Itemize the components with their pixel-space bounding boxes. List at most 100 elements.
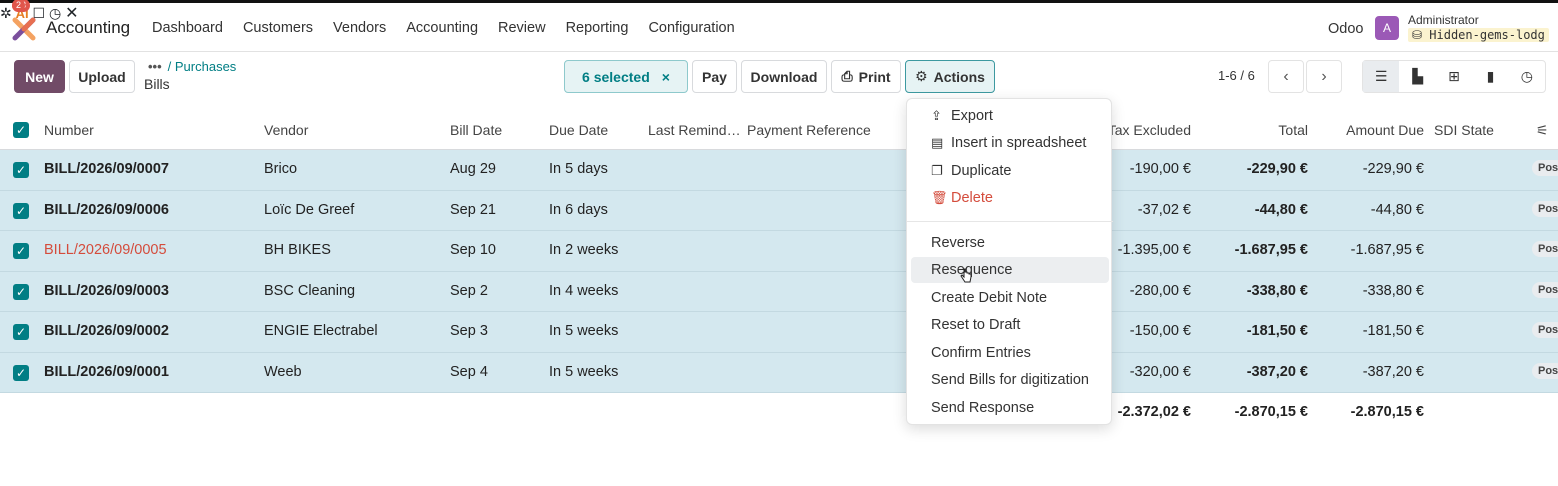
print-label: Print xyxy=(858,68,891,85)
table-row[interactable]: ✓ BILL/2026/09/0002 ENGIE Electrabel Sep 3 I… xyxy=(0,312,1558,353)
menu-review[interactable]: Review xyxy=(498,20,546,36)
cell-vendor: BSC Cleaning xyxy=(264,282,356,299)
pager-value[interactable]: 1-6 / 6 xyxy=(1218,68,1255,83)
table-row[interactable]: ✓ BILL/2026/09/0005 BH BIKES Sep 10 In 2 wee… xyxy=(0,231,1558,272)
top-navbar: Accounting Dashboard Customers Vendors A… xyxy=(0,0,1558,52)
app-name[interactable]: Accounting xyxy=(46,18,130,38)
pivot-view-icon[interactable]: ⊞ xyxy=(1436,61,1472,92)
copy-icon: ❐ xyxy=(931,163,943,178)
table-icon: ▤ xyxy=(931,135,944,150)
cell-bill-date: Sep 2 xyxy=(450,282,488,299)
pager-previous-button[interactable]: ‹ xyxy=(1268,60,1304,93)
total-total: -2.870,15 € xyxy=(1234,404,1308,420)
action-send-bills-digitization[interactable]: Send Bills for digitization xyxy=(907,367,1113,393)
cell-total: -229,90 € xyxy=(1246,161,1308,177)
graph-view-icon[interactable]: ▮ xyxy=(1472,61,1508,92)
table-header: ✓ Number Vendor Bill Date Due Date Last … xyxy=(0,110,1558,150)
clear-selection-button[interactable]: × xyxy=(662,69,670,85)
cell-amount-due: -1.687,95 € xyxy=(1350,242,1424,258)
menu-accounting[interactable]: Accounting xyxy=(406,20,478,36)
row-checkbox[interactable]: ✓ xyxy=(13,243,29,259)
pager-next-button[interactable]: › xyxy=(1306,60,1342,93)
action-reverse[interactable]: Reverse xyxy=(907,230,1113,256)
activity-view-icon[interactable]: ◷ xyxy=(1509,61,1545,92)
cell-vendor: Weeb xyxy=(264,363,302,380)
select-all-checkbox[interactable]: ✓ xyxy=(13,122,29,138)
cell-total: -338,80 € xyxy=(1246,282,1308,299)
cell-number: BILL/2026/09/0005 xyxy=(44,242,167,258)
action-export[interactable]: ⇪ Export xyxy=(907,103,1113,129)
upload-button[interactable]: Upload xyxy=(69,60,135,93)
col-last-reminder[interactable]: Last Remind… xyxy=(648,122,741,138)
print-icon: ⎙ xyxy=(841,68,853,84)
action-create-debit-note[interactable]: Create Debit Note xyxy=(907,285,1113,311)
cell-bill-date: Aug 29 xyxy=(450,161,496,177)
optional-columns-icon[interactable]: ⚟ xyxy=(1536,122,1549,139)
table-body: ✓ BILL/2026/09/0007 Brico Aug 29 In 5 days -1… xyxy=(0,150,1558,393)
menu-vendors[interactable]: Vendors xyxy=(333,20,386,36)
col-payment-reference[interactable]: Payment Reference xyxy=(747,122,871,138)
selected-count: 6 selected xyxy=(582,68,650,85)
row-checkbox[interactable]: ✓ xyxy=(13,162,29,178)
status-badge: Pos xyxy=(1532,200,1558,217)
table-row[interactable]: ✓ BILL/2026/09/0001 Weeb Sep 4 In 5 weeks -32… xyxy=(0,352,1558,393)
cell-number: BILL/2026/09/0001 xyxy=(44,363,169,380)
row-checkbox[interactable]: ✓ xyxy=(13,324,29,340)
menu-dashboard[interactable]: Dashboard xyxy=(152,20,223,36)
col-total[interactable]: Total xyxy=(1228,122,1308,138)
row-checkbox[interactable]: ✓ xyxy=(13,283,29,300)
action-duplicate[interactable]: ❐ Duplicate xyxy=(907,158,1113,184)
cell-due-date: In 5 days xyxy=(549,161,608,177)
cell-bill-date: Sep 3 xyxy=(450,323,488,339)
database-name: ⛁ Hidden-gems-lodg xyxy=(1408,28,1549,42)
action-confirm-entries[interactable]: Confirm Entries xyxy=(907,340,1113,366)
user-name[interactable]: Administrator xyxy=(1408,13,1479,27)
status-badge: Pos xyxy=(1532,160,1558,176)
actions-dropdown: ⇪ Export ▤ Insert in spreadsheet ❐ Duplicat… xyxy=(906,98,1113,425)
company-switcher[interactable]: Odoo xyxy=(1328,21,1363,37)
menu-configuration[interactable]: Configuration xyxy=(648,20,734,36)
cell-due-date: In 5 weeks xyxy=(549,323,619,339)
table-row[interactable]: ✓ BILL/2026/09/0006 Loïc De Greef Sep 21 In … xyxy=(0,190,1558,231)
cell-number: BILL/2026/09/0003 xyxy=(44,282,169,299)
row-checkbox[interactable]: ✓ xyxy=(13,364,29,381)
menu-reporting[interactable]: Reporting xyxy=(566,20,629,36)
selection-indicator: 6 selected × xyxy=(564,60,688,93)
row-checkbox[interactable]: ✓ xyxy=(13,202,29,219)
col-bill-date[interactable]: Bill Date xyxy=(450,122,502,138)
actions-label: Actions xyxy=(933,68,985,85)
hand-cursor-icon xyxy=(960,268,972,283)
breadcrumb-more[interactable]: ••• xyxy=(148,59,162,74)
menu-customers[interactable]: Customers xyxy=(243,20,313,36)
cell-due-date: In 2 weeks xyxy=(549,242,619,258)
bug-icon[interactable]: ✲ xyxy=(0,5,12,21)
list-view-icon[interactable]: ☰ xyxy=(1363,61,1400,92)
cell-amount-due: -338,80 € xyxy=(1362,282,1424,299)
accounting-app-icon[interactable] xyxy=(12,17,36,41)
cell-number: BILL/2026/09/0007 xyxy=(44,161,169,177)
table-row[interactable]: ✓ BILL/2026/09/0007 Brico Aug 29 In 5 days -1… xyxy=(0,150,1558,191)
cell-vendor: Loïc De Greef xyxy=(264,201,355,218)
kanban-view-icon[interactable]: ▙ xyxy=(1399,61,1435,92)
action-resequence[interactable]: Resequence xyxy=(911,257,1109,283)
col-sdi-state[interactable]: SDI State xyxy=(1434,122,1494,138)
cell-amount-due: -387,20 € xyxy=(1362,363,1424,380)
table-row[interactable]: ✓ BILL/2026/09/0003 BSC Cleaning Sep 2 In 4 … xyxy=(0,271,1558,312)
col-vendor[interactable]: Vendor xyxy=(264,122,308,138)
col-number[interactable]: Number xyxy=(44,122,94,138)
print-button[interactable]: ⎙ Print xyxy=(831,60,901,93)
download-button[interactable]: Download xyxy=(741,60,827,93)
trash-icon: 🗑 xyxy=(931,190,948,205)
avatar[interactable]: A xyxy=(1375,16,1399,40)
cell-total: -181,50 € xyxy=(1246,323,1308,339)
action-send-response[interactable]: Send Response xyxy=(907,395,1113,421)
action-delete[interactable]: 🗑 Delete xyxy=(907,185,1113,211)
pay-button[interactable]: Pay xyxy=(692,60,737,93)
col-amount-due[interactable]: Amount Due xyxy=(1326,122,1424,138)
breadcrumb-purchases[interactable]: / Purchases xyxy=(168,59,237,74)
new-button[interactable]: New xyxy=(14,60,65,93)
actions-button[interactable]: ⚙ Actions xyxy=(905,60,995,93)
action-insert-spreadsheet[interactable]: ▤ Insert in spreadsheet xyxy=(907,130,1113,156)
col-due-date[interactable]: Due Date xyxy=(549,122,608,138)
action-reset-to-draft[interactable]: Reset to Draft xyxy=(907,312,1113,338)
